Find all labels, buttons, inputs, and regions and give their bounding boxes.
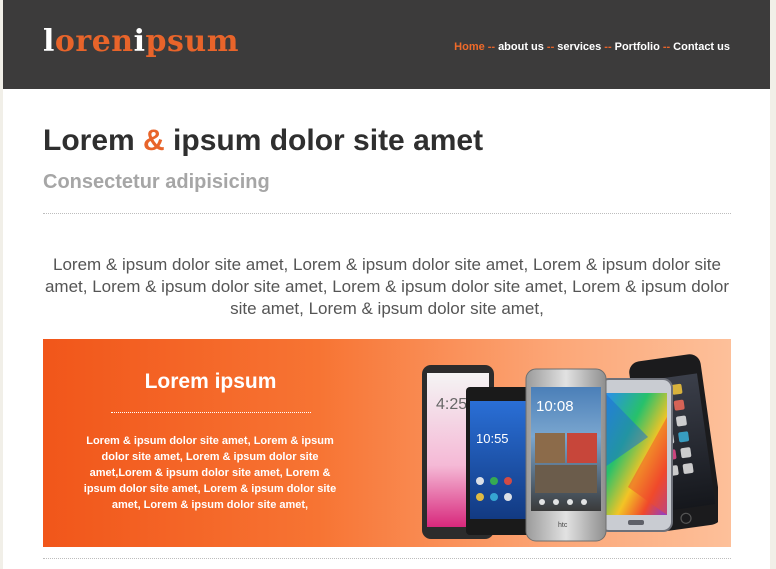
phone-htc: 10:08 htc: [525, 368, 607, 542]
logo-part-3: i: [133, 24, 146, 59]
lg-time: 4:25: [436, 396, 467, 413]
banner-text: Lorem & ipsum dolor site amet, Lorem & i…: [83, 435, 337, 511]
nav-about-us[interactable]: about us: [498, 41, 544, 53]
htc-brand: htc: [558, 522, 568, 529]
nav-separator: --: [487, 41, 496, 53]
nav-separator: --: [604, 41, 612, 53]
banner-divider: [111, 412, 311, 413]
nav-services[interactable]: services: [557, 41, 601, 53]
logo-part-4: psum: [145, 24, 239, 59]
promo-banner: Lorem ipsum Lorem & ipsum dolor site ame…: [43, 339, 731, 547]
divider-bottom: [43, 558, 731, 559]
htc-time: 10:08: [536, 398, 574, 415]
title-part-1: Lorem: [43, 124, 135, 157]
main-nav: Home -- about us -- services -- Portfolio -- Con…: [454, 40, 730, 54]
smartphones-image: 4:25 10:55 10:08 htc: [422, 354, 718, 542]
sony-time: 10:55: [476, 431, 509, 446]
phone-sony: 10:55: [466, 387, 532, 535]
phone-samsung: [599, 378, 673, 532]
logo[interactable]: lorenipsum: [43, 24, 239, 60]
nav-separator: --: [546, 41, 555, 53]
divider: [43, 213, 731, 214]
banner-title: Lorem ipsum: [144, 370, 277, 393]
logo-part-2: oren: [54, 24, 134, 59]
title-part-2: ipsum dolor site amet: [173, 124, 484, 157]
nav-contact-us[interactable]: Contact us: [673, 41, 730, 53]
intro-text: Lorem & ipsum dolor site amet, Lorem & i…: [44, 255, 730, 318]
title-ampersand: &: [143, 124, 165, 157]
nav-home[interactable]: Home: [454, 41, 485, 53]
page-title: Lorem & ipsum dolor site amet: [43, 122, 483, 160]
logo-part-1: l: [43, 24, 55, 59]
nav-separator: --: [662, 41, 671, 53]
page-subtitle: Consectetur adipisicing: [43, 171, 270, 193]
header: lorenipsum Home -- about us -- services -- Por…: [3, 0, 770, 89]
page: lorenipsum Home -- about us -- services -- Por…: [3, 0, 770, 569]
nav-portfolio[interactable]: Portfolio: [615, 41, 660, 53]
